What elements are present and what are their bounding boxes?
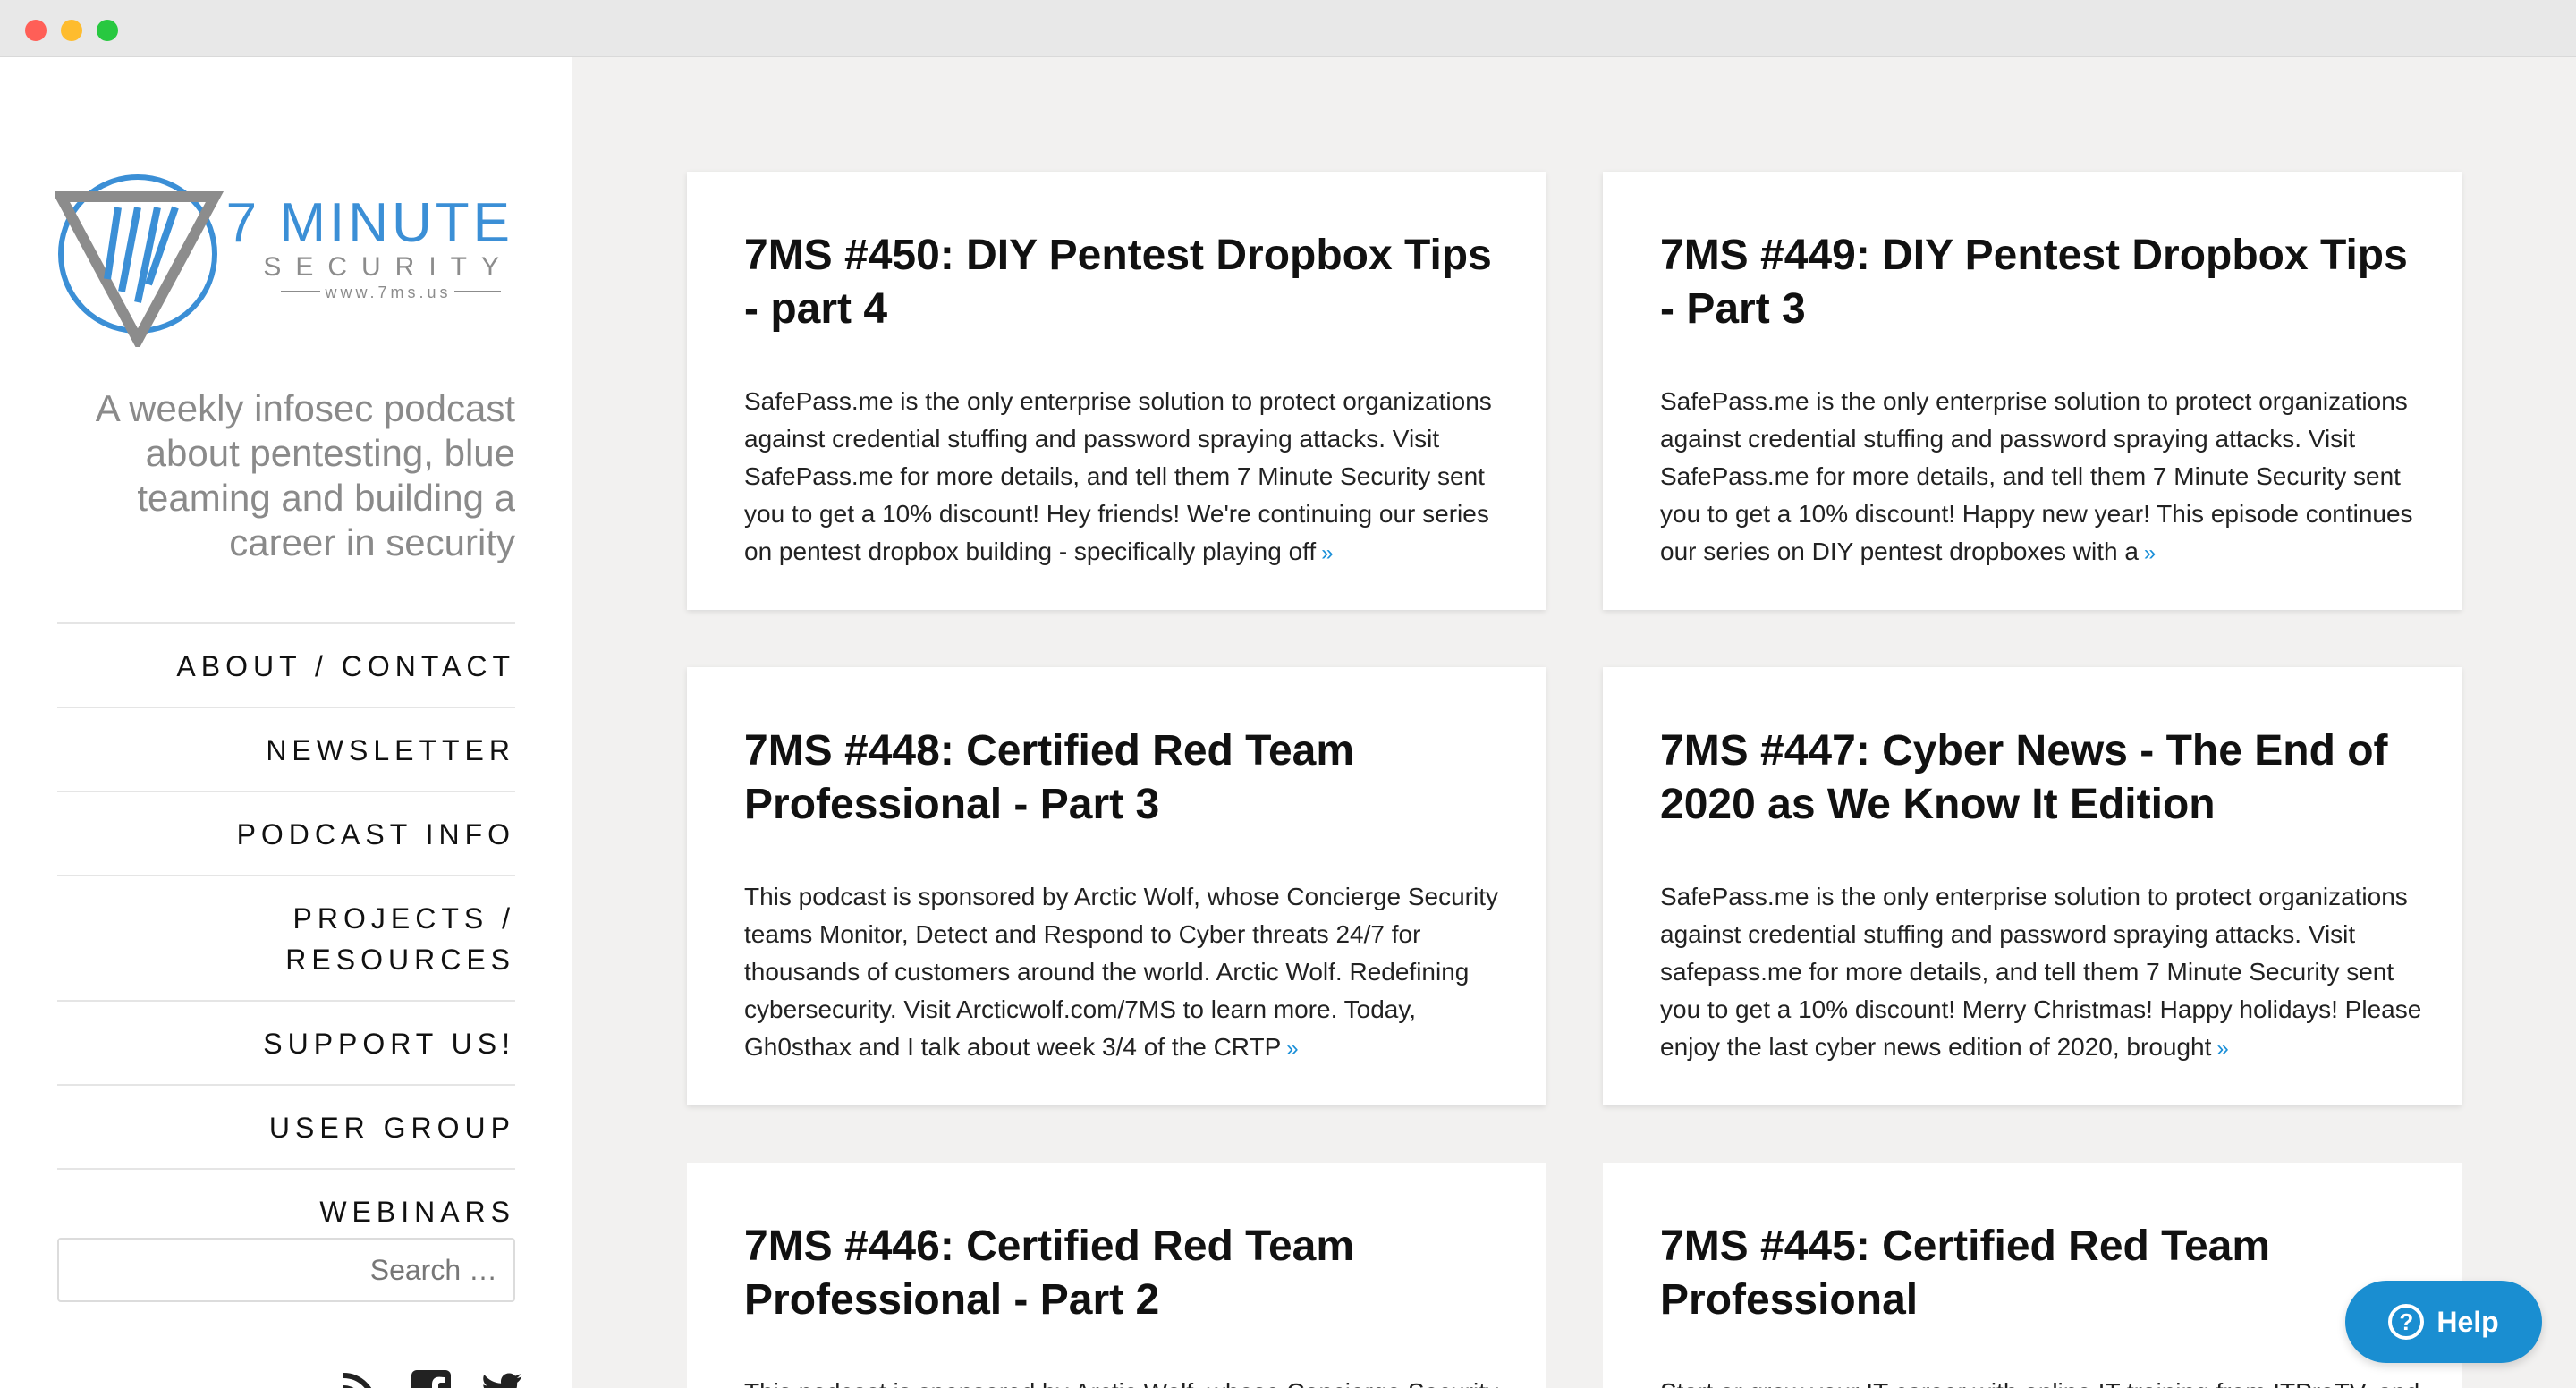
read-more-link[interactable]: » (1286, 1037, 1298, 1061)
site-logo[interactable]: 7 MINUTE SECURITY www.7ms.us (51, 168, 521, 351)
post-excerpt: SafePass.me is the only enterprise solut… (1660, 883, 2422, 1061)
post-title[interactable]: 7MS #446: Certified Red Team Professiona… (744, 1220, 1496, 1327)
read-more-link[interactable]: » (2216, 1037, 2228, 1061)
site-tagline: A weekly infosec podcast about pentestin… (95, 387, 515, 563)
post-card[interactable]: 7MS #449: DIY Pentest Dropbox Tips - Par… (1603, 172, 2462, 610)
facebook-icon[interactable] (410, 1368, 453, 1388)
nav-item-newsletter[interactable]: NEWSLETTER (57, 708, 515, 792)
post-excerpt: This podcast is sponsored by Arctic Wolf… (744, 1374, 1510, 1388)
post-excerpt: SafePass.me is the only enterprise solut… (1660, 387, 2413, 565)
help-label: Help (2436, 1305, 2499, 1338)
brand-url: www.7ms.us (324, 284, 451, 301)
post-title[interactable]: 7MS #447: Cyber News - The End of 2020 a… (1660, 724, 2411, 832)
nav-item-support-us[interactable]: SUPPORT US! (57, 1002, 515, 1086)
close-window-button[interactable] (25, 20, 47, 41)
post-title[interactable]: 7MS #448: Certified Red Team Professiona… (744, 724, 1496, 832)
brand-name-line1: 7 MINUTE (226, 192, 513, 254)
social-links (338, 1368, 524, 1388)
post-card[interactable]: 7MS #447: Cyber News - The End of 2020 a… (1603, 667, 2462, 1105)
post-card[interactable]: 7MS #450: DIY Pentest Dropbox Tips - par… (687, 172, 1546, 610)
post-excerpt: SafePass.me is the only enterprise solut… (744, 387, 1492, 565)
nav-item-about-contact[interactable]: ABOUT / CONTACT (57, 624, 515, 708)
post-card[interactable]: 7MS #445: Certified Red Team Professiona… (1603, 1163, 2462, 1388)
post-title[interactable]: 7MS #449: DIY Pentest Dropbox Tips - Par… (1660, 229, 2411, 336)
triangle-shield-logo-icon: 7 MINUTE SECURITY www.7ms.us (51, 174, 513, 351)
rss-icon[interactable] (338, 1368, 381, 1388)
minimize-window-button[interactable] (61, 20, 82, 41)
twitter-icon[interactable] (481, 1368, 524, 1388)
maximize-window-button[interactable] (97, 20, 118, 41)
post-card[interactable]: 7MS #448: Certified Red Team Professiona… (687, 667, 1546, 1105)
read-more-link[interactable]: » (1321, 541, 1333, 565)
main-nav: ABOUT / CONTACT NEWSLETTER PODCAST INFO … (57, 622, 515, 1254)
nav-item-user-group[interactable]: USER GROUP (57, 1086, 515, 1170)
help-button[interactable]: ? Help (2345, 1281, 2542, 1363)
search-input[interactable] (57, 1238, 515, 1302)
question-circle-icon: ? (2388, 1304, 2425, 1340)
post-excerpt: Start or grow your IT career with online… (1660, 1374, 2426, 1388)
brand-name-line2: SECURITY (263, 252, 513, 282)
sidebar: 7 MINUTE SECURITY www.7ms.us A weekly in… (0, 57, 572, 1388)
nav-item-projects-resources[interactable]: PROJECTS / RESOURCES (57, 876, 515, 1002)
post-excerpt: This podcast is sponsored by Arctic Wolf… (744, 883, 1498, 1061)
nav-item-podcast-info[interactable]: PODCAST INFO (57, 792, 515, 876)
window-titlebar (0, 0, 2576, 57)
read-more-link[interactable]: » (2144, 541, 2156, 565)
post-title[interactable]: 7MS #445: Certified Red Team Professiona… (1660, 1220, 2411, 1327)
post-title[interactable]: 7MS #450: DIY Pentest Dropbox Tips - par… (744, 229, 1496, 336)
post-card[interactable]: 7MS #446: Certified Red Team Professiona… (687, 1163, 1546, 1388)
